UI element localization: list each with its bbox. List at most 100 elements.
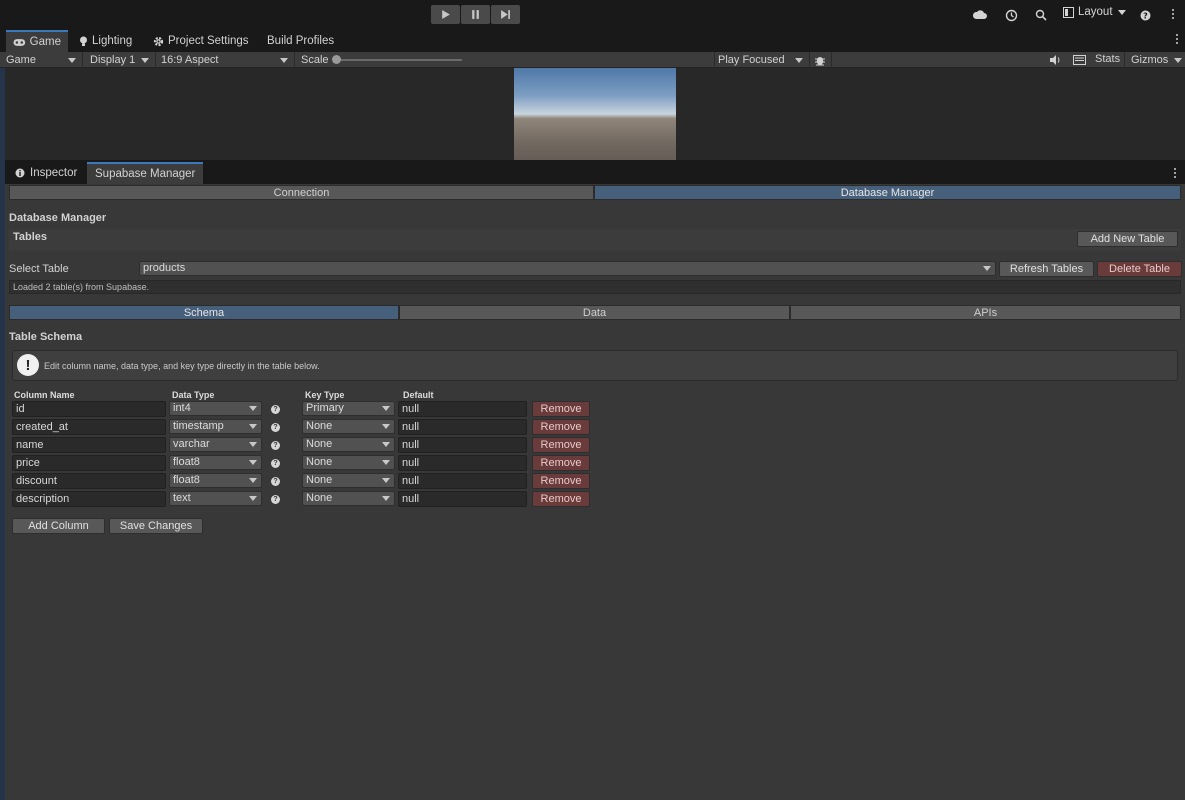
gizmos-label: Gizmos xyxy=(1131,54,1169,66)
key-type-value: None xyxy=(306,474,333,486)
column-name-field[interactable]: created_at xyxy=(12,419,166,435)
key-type-dropdown[interactable]: None xyxy=(302,491,395,506)
tab-connection[interactable]: Connection xyxy=(9,185,594,200)
data-type-dropdown[interactable]: varchar xyxy=(169,437,262,452)
scale-slider-handle[interactable] xyxy=(332,55,341,64)
tables-label: Tables xyxy=(13,231,48,243)
status-message: Loaded 2 table(s) from Supabase. xyxy=(9,280,1181,294)
column-name-field[interactable]: price xyxy=(12,455,166,471)
chevron-down-icon xyxy=(382,406,390,411)
play-button[interactable] xyxy=(431,5,460,24)
info-icon xyxy=(15,168,25,178)
add-new-table-button[interactable]: Add New Table xyxy=(1077,231,1178,247)
key-type-dropdown[interactable]: Primary xyxy=(302,401,395,416)
column-name-field[interactable]: discount xyxy=(12,473,166,489)
default-value-field[interactable]: null xyxy=(398,473,527,489)
chevron-down-icon xyxy=(983,266,991,271)
aspect-select[interactable]: 16:9 Aspect xyxy=(155,52,295,68)
more-options-icon[interactable] xyxy=(1171,9,1175,19)
refresh-tables-button[interactable]: Refresh Tables xyxy=(999,261,1094,277)
key-type-dropdown[interactable]: None xyxy=(302,437,395,452)
chevron-down-icon xyxy=(249,478,257,483)
chevron-down-icon xyxy=(382,442,390,447)
more-options-icon[interactable] xyxy=(1173,168,1177,178)
svg-text:?: ? xyxy=(1143,11,1148,20)
tab-inspector[interactable]: Inspector xyxy=(7,162,85,184)
tab-label: Inspector xyxy=(30,167,78,179)
key-type-dropdown[interactable]: None xyxy=(302,473,395,488)
remove-column-button[interactable]: Remove xyxy=(532,419,590,435)
history-icon[interactable] xyxy=(1003,7,1019,23)
remove-column-button[interactable]: Remove xyxy=(532,491,590,507)
remove-column-button[interactable]: Remove xyxy=(532,401,590,417)
question-icon[interactable]: ? xyxy=(271,459,280,468)
select-table-dropdown[interactable]: products xyxy=(139,261,996,276)
cloud-icon[interactable] xyxy=(972,7,988,23)
play-mode-select[interactable]: Play Focused xyxy=(712,52,810,68)
keyboard-icon[interactable] xyxy=(1073,55,1086,68)
delete-table-button[interactable]: Delete Table xyxy=(1097,261,1182,277)
scale-label: Scale xyxy=(301,54,329,66)
default-value-field[interactable]: null xyxy=(398,455,527,471)
key-type-value: None xyxy=(306,492,333,504)
chevron-down-icon xyxy=(382,478,390,483)
info-helpbox: ! Edit column name, data type, and key t… xyxy=(12,350,1178,381)
question-icon[interactable]: ? xyxy=(271,405,280,414)
question-icon[interactable]: ? xyxy=(271,495,280,504)
default-value-field[interactable]: null xyxy=(398,437,527,453)
view-select[interactable]: Game xyxy=(0,52,83,68)
pause-button[interactable] xyxy=(461,5,490,24)
default-value-field[interactable]: null xyxy=(398,419,527,435)
step-button[interactable] xyxy=(491,5,520,24)
tab-label: Supabase Manager xyxy=(95,168,196,180)
game-render-preview xyxy=(514,68,676,160)
chevron-down-icon xyxy=(382,460,390,465)
add-column-button[interactable]: Add Column xyxy=(12,518,105,534)
tab-project-settings[interactable]: Project Settings xyxy=(146,30,256,52)
column-name-field[interactable]: description xyxy=(12,491,166,507)
tab-database-manager[interactable]: Database Manager xyxy=(594,185,1181,200)
data-type-dropdown[interactable]: float8 xyxy=(169,473,262,488)
data-type-dropdown[interactable]: int4 xyxy=(169,401,262,416)
tab-data[interactable]: Data xyxy=(399,305,790,320)
mute-audio-icon[interactable] xyxy=(1050,55,1062,68)
chevron-down-icon xyxy=(68,58,76,63)
key-type-value: None xyxy=(306,438,333,450)
remove-column-button[interactable]: Remove xyxy=(532,455,590,471)
display-select[interactable]: Display 1 xyxy=(84,52,156,68)
scale-slider-track[interactable] xyxy=(336,59,462,61)
header-data-type: Data Type xyxy=(172,390,215,400)
tab-schema[interactable]: Schema xyxy=(9,305,399,320)
save-changes-button[interactable]: Save Changes xyxy=(109,518,203,534)
search-icon[interactable] xyxy=(1033,7,1049,23)
default-value-field[interactable]: null xyxy=(398,491,527,507)
data-type-dropdown[interactable]: timestamp xyxy=(169,419,262,434)
column-name-field[interactable]: name xyxy=(12,437,166,453)
game-viewport[interactable] xyxy=(0,68,1185,160)
stats-button[interactable]: Stats xyxy=(1095,53,1120,65)
tab-game[interactable]: Game xyxy=(6,30,68,52)
tab-supabase-manager[interactable]: Supabase Manager xyxy=(87,162,204,184)
remove-column-button[interactable]: Remove xyxy=(532,437,590,453)
tab-build-profiles[interactable]: Build Profiles xyxy=(260,30,341,52)
data-type-dropdown[interactable]: float8 xyxy=(169,455,262,470)
debug-toggle[interactable] xyxy=(810,52,832,68)
bulb-icon xyxy=(80,36,87,46)
header-default: Default xyxy=(403,390,434,400)
remove-column-button[interactable]: Remove xyxy=(532,473,590,489)
layout-dropdown[interactable]: Layout xyxy=(1063,6,1126,18)
tab-lighting[interactable]: Lighting xyxy=(72,30,139,52)
tab-apis[interactable]: APIs xyxy=(790,305,1181,320)
question-icon[interactable]: ? xyxy=(271,441,280,450)
data-type-dropdown[interactable]: text xyxy=(169,491,262,506)
more-options-icon[interactable] xyxy=(1175,34,1179,44)
question-icon[interactable]: ? xyxy=(271,477,280,486)
key-type-dropdown[interactable]: None xyxy=(302,455,395,470)
help-icon[interactable]: ? xyxy=(1137,7,1153,23)
gizmos-dropdown[interactable]: Gizmos xyxy=(1124,52,1185,68)
key-type-dropdown[interactable]: None xyxy=(302,419,395,434)
column-name-field[interactable]: id xyxy=(12,401,166,417)
default-value-field[interactable]: null xyxy=(398,401,527,417)
question-icon[interactable]: ? xyxy=(271,423,280,432)
chevron-down-icon xyxy=(249,442,257,447)
